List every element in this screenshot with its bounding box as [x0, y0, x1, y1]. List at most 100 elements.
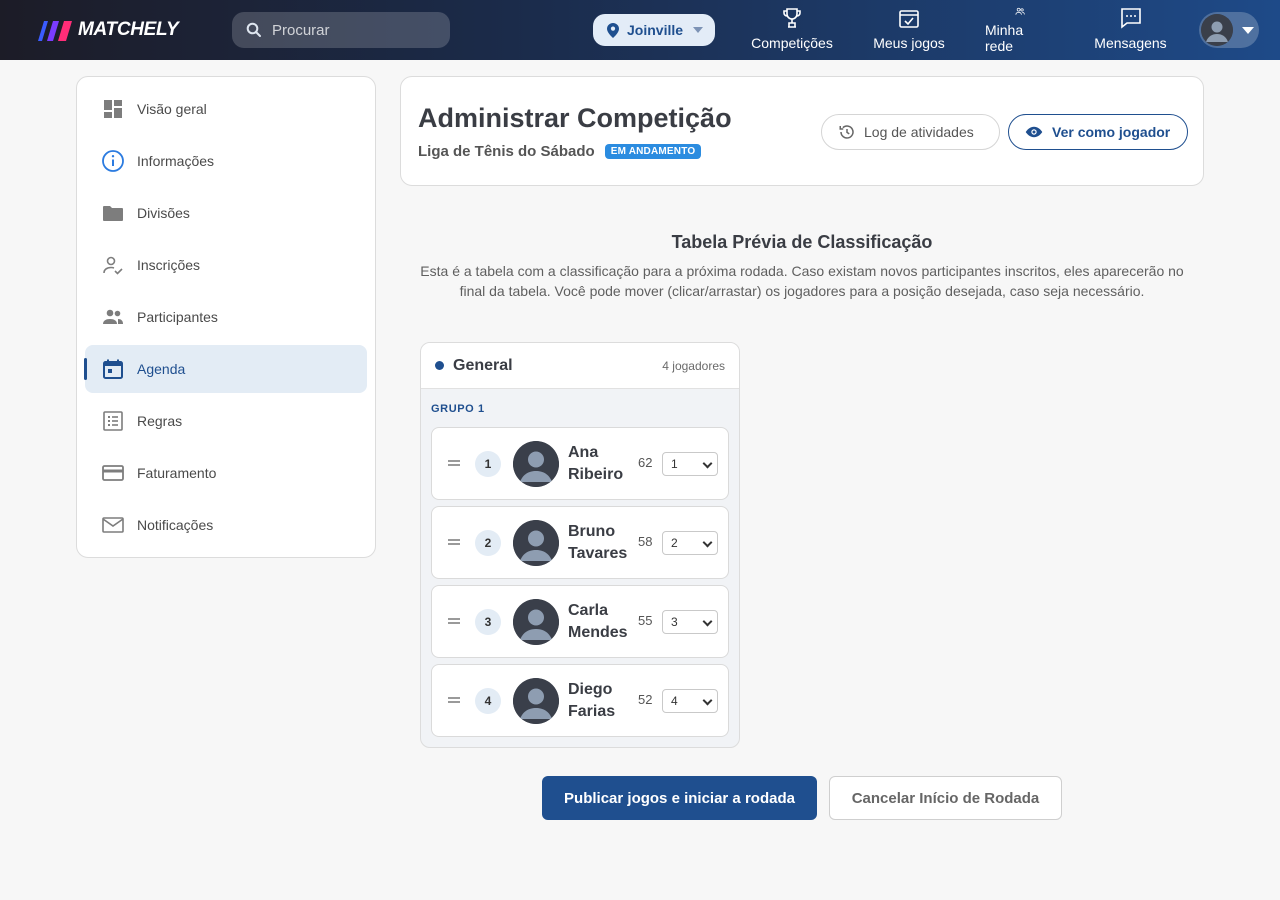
nav-label: Meus jogos — [873, 35, 945, 51]
position-value: 2 — [671, 536, 678, 550]
calendar-check-icon — [899, 10, 919, 28]
view-as-player-label: Ver como jogador — [1052, 124, 1171, 140]
nav-label: Competições — [751, 35, 833, 51]
player-rank: 2 — [475, 530, 501, 556]
sidebar-item-faturamento[interactable]: Faturamento — [85, 449, 367, 497]
nav-label: Mensagens — [1094, 35, 1167, 51]
credit-card-icon — [102, 465, 124, 481]
avatar — [1201, 14, 1233, 46]
search-icon — [246, 22, 261, 37]
message-icon — [1120, 8, 1141, 29]
nav-label: Minha rede — [985, 22, 1024, 54]
sidebar-item-label: Faturamento — [137, 465, 217, 481]
nav-minha-rede[interactable]: Minha rede — [985, 6, 1055, 54]
player-rank: 3 — [475, 609, 501, 635]
position-select[interactable]: 2 — [662, 531, 718, 555]
sidebar-item-regras[interactable]: Regras — [85, 397, 367, 445]
position-select[interactable]: 4 — [662, 689, 718, 713]
player-points: 58 — [638, 534, 653, 549]
calendar-icon — [103, 359, 123, 379]
eye-icon — [1025, 126, 1043, 138]
chevron-down-icon — [702, 695, 713, 706]
avatar — [513, 520, 559, 566]
sidebar-item-inscricoes[interactable]: Inscrições — [85, 241, 367, 289]
sidebar-item-participantes[interactable]: Participantes — [85, 293, 367, 341]
cancel-round-button[interactable]: Cancelar Início de Rodada — [829, 776, 1062, 820]
sidebar-item-label: Informações — [137, 153, 215, 169]
drag-handle-icon[interactable] — [448, 539, 460, 545]
drag-handle-icon[interactable] — [448, 618, 460, 624]
mail-icon — [102, 517, 124, 533]
drag-handle-icon[interactable] — [448, 460, 460, 466]
drag-handle-icon[interactable] — [448, 697, 460, 703]
competition-name: Liga de Tênis do Sábado — [418, 143, 595, 160]
player-name: Carla Mendes — [568, 602, 628, 641]
position-select[interactable]: 1 — [662, 452, 718, 476]
nav-competicoes[interactable]: Competições — [751, 6, 833, 54]
sidebar-item-notificacoes[interactable]: Notificações — [85, 501, 367, 549]
sidebar-item-visao-geral[interactable]: Visão geral — [85, 85, 367, 133]
position-value: 3 — [671, 615, 678, 629]
city-selector[interactable]: Joinville — [593, 14, 715, 46]
player-row[interactable]: 3 Carla Mendes 55 3 — [431, 585, 729, 658]
position-value: 4 — [671, 694, 678, 708]
chevron-down-icon — [702, 458, 713, 469]
avatar — [513, 441, 559, 487]
nav-mensagens[interactable]: Mensagens — [1094, 6, 1167, 54]
admin-sidebar: Visão geral Informações Divisões Inscriç… — [76, 76, 376, 558]
division-dot-icon — [435, 361, 444, 370]
player-points: 55 — [638, 613, 653, 628]
sidebar-item-agenda[interactable]: Agenda — [84, 345, 367, 393]
player-points: 62 — [638, 455, 653, 470]
people-icon — [1015, 7, 1025, 15]
search-box[interactable] — [232, 12, 450, 48]
player-rank: 1 — [475, 451, 501, 477]
view-as-player-button[interactable]: Ver como jogador — [1008, 114, 1188, 150]
page-header-card: Administrar Competição Liga de Tênis do … — [400, 76, 1204, 186]
activity-log-label: Log de atividades — [864, 124, 974, 140]
position-value: 1 — [671, 457, 678, 471]
sidebar-item-informacoes[interactable]: Informações — [85, 137, 367, 185]
search-input[interactable] — [272, 21, 432, 39]
logo-text: MATCHELY — [78, 19, 179, 40]
info-icon — [102, 150, 124, 172]
nav-meus-jogos[interactable]: Meus jogos — [873, 6, 945, 54]
city-label: Joinville — [627, 22, 684, 38]
player-list: 1 Ana Ribeiro 62 1 2 Bruno Tavares 58 2 — [431, 427, 729, 743]
sidebar-item-label: Inscrições — [137, 257, 201, 273]
chevron-down-icon — [693, 27, 704, 33]
sidebar-item-divisoes[interactable]: Divisões — [85, 189, 367, 237]
publish-games-button[interactable]: Publicar jogos e iniciar a rodada — [542, 776, 817, 820]
position-select[interactable]: 3 — [662, 610, 718, 634]
list-icon — [103, 411, 123, 431]
sidebar-item-label: Agenda — [137, 361, 186, 377]
folder-icon — [103, 206, 123, 221]
avatar — [513, 599, 559, 645]
trophy-icon — [783, 8, 801, 28]
division-header: General 4 jogadores — [421, 343, 739, 389]
competition-subtitle: Liga de Tênis do Sábado EM ANDAMENTO — [418, 143, 702, 160]
player-row[interactable]: 2 Bruno Tavares 58 2 — [431, 506, 729, 579]
activity-log-button[interactable]: Log de atividades — [821, 114, 1000, 150]
player-rank: 4 — [475, 688, 501, 714]
location-pin-icon — [607, 22, 619, 38]
user-menu-button[interactable] — [1199, 12, 1259, 48]
avatar — [513, 678, 559, 724]
division-name: General — [453, 356, 513, 374]
history-icon — [839, 125, 854, 139]
division-player-count: 4 jogadores — [662, 358, 725, 373]
player-name: Diego Farias — [568, 681, 616, 720]
top-navigation-bar: MATCHELY Joinville Competições Meus jogo… — [0, 0, 1280, 60]
status-badge: EM ANDAMENTO — [604, 144, 702, 159]
division-card: General 4 jogadores GRUPO 1 1 Ana Ribeir… — [420, 342, 740, 748]
chevron-down-icon — [702, 537, 713, 548]
player-row[interactable]: 4 Diego Farias 52 4 — [431, 664, 729, 737]
player-row[interactable]: 1 Ana Ribeiro 62 1 — [431, 427, 729, 500]
player-name: Ana Ribeiro — [568, 444, 624, 483]
player-name: Bruno Tavares — [568, 523, 628, 562]
preview-table-title: Tabela Prévia de Classificação — [671, 232, 933, 252]
preview-table-description: Esta é a tabela com a classificação para… — [420, 263, 1184, 299]
app-logo[interactable]: MATCHELY — [36, 17, 179, 43]
sidebar-item-label: Notificações — [137, 517, 214, 533]
player-points: 52 — [638, 692, 653, 707]
